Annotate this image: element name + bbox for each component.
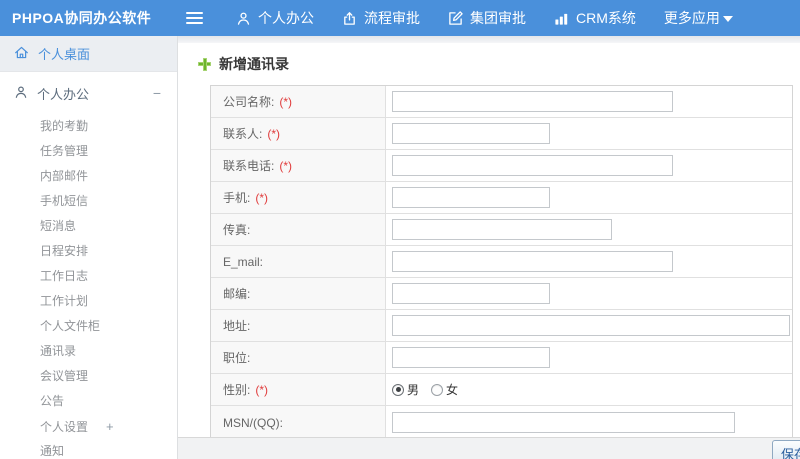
form-row-contact-person: 联系人: (*)	[211, 118, 792, 150]
add-icon	[198, 57, 211, 71]
form-row-fax: 传真:	[211, 214, 792, 246]
content-area: 新增通讯录 公司名称: (*) 联系人: (*) 联系电话: (*) 手机: (*) 传…	[178, 36, 800, 459]
position-input[interactable]	[392, 347, 550, 368]
sidebar-item-contacts[interactable]: 通讯录	[0, 339, 177, 364]
sidebar-item-label: 个人设置	[40, 420, 89, 434]
form-row-mobile: 手机: (*)	[211, 182, 792, 214]
gender-female-radio[interactable]	[431, 383, 444, 396]
zipcode-input[interactable]	[392, 283, 550, 304]
nav-label: 集团审批	[470, 10, 526, 26]
sidebar-item-attendance[interactable]: 我的考勤	[0, 114, 177, 139]
content-top-strip	[178, 36, 800, 43]
field-label: 手机:	[223, 191, 251, 205]
sidebar-item-meetings[interactable]: 会议管理	[0, 364, 177, 389]
sidebar-item-work-log[interactable]: 工作日志	[0, 264, 177, 289]
mobile-input[interactable]	[392, 187, 550, 208]
nav-label: 更多应用	[663, 10, 720, 26]
nav-label: 流程审批	[364, 10, 420, 26]
user-icon	[236, 11, 251, 26]
required-mark: (*)	[279, 158, 293, 173]
address-input[interactable]	[392, 315, 790, 336]
company-name-input[interactable]	[392, 91, 673, 112]
gender-options: 男 女	[392, 381, 458, 398]
top-nav: 个人办公 流程审批 集团审批 CRM系统 更多应用	[236, 8, 733, 28]
nav-workflow-approval[interactable]: 流程审批	[342, 8, 420, 28]
sidebar-item-file-cabinet[interactable]: 个人文件柜	[0, 314, 177, 339]
nav-personal-office[interactable]: 个人办公	[236, 8, 314, 28]
page-title-text: 新增通讯录	[219, 56, 289, 72]
field-label: MSN/(QQ):	[223, 415, 283, 430]
field-label: 联系人:	[223, 127, 263, 141]
menu-icon[interactable]	[186, 12, 206, 24]
nav-label: 个人办公	[258, 10, 314, 26]
field-label: 职位:	[223, 351, 251, 365]
form-row-contact-phone: 联系电话: (*)	[211, 150, 792, 182]
sidebar-item-internal-mail[interactable]: 内部邮件	[0, 164, 177, 189]
save-button[interactable]: 保存	[772, 440, 800, 459]
home-icon	[14, 45, 29, 63]
gender-male-label: 男	[407, 383, 420, 397]
nav-more-apps[interactable]: 更多应用	[664, 8, 733, 28]
required-mark: (*)	[255, 382, 269, 397]
sidebar-item-sms[interactable]: 手机短信	[0, 189, 177, 214]
page-title: 新增通讯录	[178, 43, 800, 85]
flow-approval-icon	[342, 11, 357, 26]
sidebar: 个人桌面 个人办公 − 我的考勤 任务管理 内部邮件 手机短信 短消息 日程安排…	[0, 36, 178, 459]
sidebar-item-label: 个人桌面	[38, 47, 91, 62]
collapse-icon[interactable]: −	[153, 85, 161, 101]
form-row-zipcode: 邮编:	[211, 278, 792, 310]
field-label: 地址:	[223, 319, 251, 333]
nav-crm-system[interactable]: CRM系统	[554, 8, 636, 28]
fax-input[interactable]	[392, 219, 612, 240]
form-row-gender: 性别: (*) 男 女	[211, 374, 792, 406]
main-shell: 个人桌面 个人办公 − 我的考勤 任务管理 内部邮件 手机短信 短消息 日程安排…	[0, 36, 800, 459]
caret-down-icon	[722, 15, 733, 27]
expand-icon[interactable]: +	[106, 419, 114, 434]
form-footer-bar: 保存	[178, 437, 800, 459]
form-row-company-name: 公司名称: (*)	[211, 86, 792, 118]
sidebar-item-desktop[interactable]: 个人桌面	[0, 36, 177, 72]
bar-chart-icon	[554, 11, 569, 26]
sidebar-item-work-plan[interactable]: 工作计划	[0, 289, 177, 314]
sidebar-item-personal-settings[interactable]: 个人设置 +	[0, 414, 177, 439]
top-bar: PHPOA协同办公软件 个人办公 流程审批 集团审批 CRM系统 更多应用	[0, 0, 800, 36]
nav-label: CRM系统	[576, 10, 636, 26]
field-label: E_mail:	[223, 254, 264, 269]
user-icon	[14, 85, 28, 102]
gender-option-female[interactable]: 女	[431, 381, 458, 398]
field-label: 性别:	[223, 383, 251, 397]
contact-form: 公司名称: (*) 联系人: (*) 联系电话: (*) 手机: (*) 传真: E_m	[210, 85, 793, 440]
msn-qq-input[interactable]	[392, 412, 735, 433]
gender-male-radio[interactable]	[392, 383, 404, 396]
sidebar-item-short-message[interactable]: 短消息	[0, 214, 177, 239]
field-label: 公司名称:	[223, 95, 275, 109]
form-row-email: E_mail:	[211, 246, 792, 278]
sidebar-item-notifications[interactable]: 通知	[0, 439, 177, 459]
sidebar-item-schedule[interactable]: 日程安排	[0, 239, 177, 264]
nav-group-approval[interactable]: 集团审批	[448, 8, 526, 28]
app-title: PHPOA协同办公软件	[12, 10, 152, 26]
required-mark: (*)	[267, 126, 281, 141]
sidebar-menu: 我的考勤 任务管理 内部邮件 手机短信 短消息 日程安排 工作日志 工作计划 个…	[0, 114, 177, 459]
form-row-msn-qq: MSN/(QQ):	[211, 406, 792, 439]
phpoa-app: { "topbar": { "brand": "PHPOA协同办公软件", "n…	[0, 0, 800, 459]
form-row-position: 职位:	[211, 342, 792, 374]
form-row-address: 地址:	[211, 310, 792, 342]
edit-approval-icon	[448, 10, 463, 26]
required-mark: (*)	[255, 190, 269, 205]
field-label: 传真:	[223, 223, 251, 237]
field-label: 邮编:	[223, 287, 251, 301]
sidebar-section-label: 个人办公	[37, 86, 90, 102]
required-mark: (*)	[279, 94, 293, 109]
sidebar-item-tasks[interactable]: 任务管理	[0, 139, 177, 164]
email-input[interactable]	[392, 251, 673, 272]
field-label: 联系电话:	[223, 159, 275, 173]
gender-female-label: 女	[446, 383, 459, 397]
contact-phone-input[interactable]	[392, 155, 673, 176]
contact-person-input[interactable]	[392, 123, 550, 144]
sidebar-item-announcements[interactable]: 公告	[0, 389, 177, 414]
gender-option-male[interactable]: 男	[392, 381, 419, 398]
sidebar-section-personal-office[interactable]: 个人办公 −	[0, 74, 177, 112]
